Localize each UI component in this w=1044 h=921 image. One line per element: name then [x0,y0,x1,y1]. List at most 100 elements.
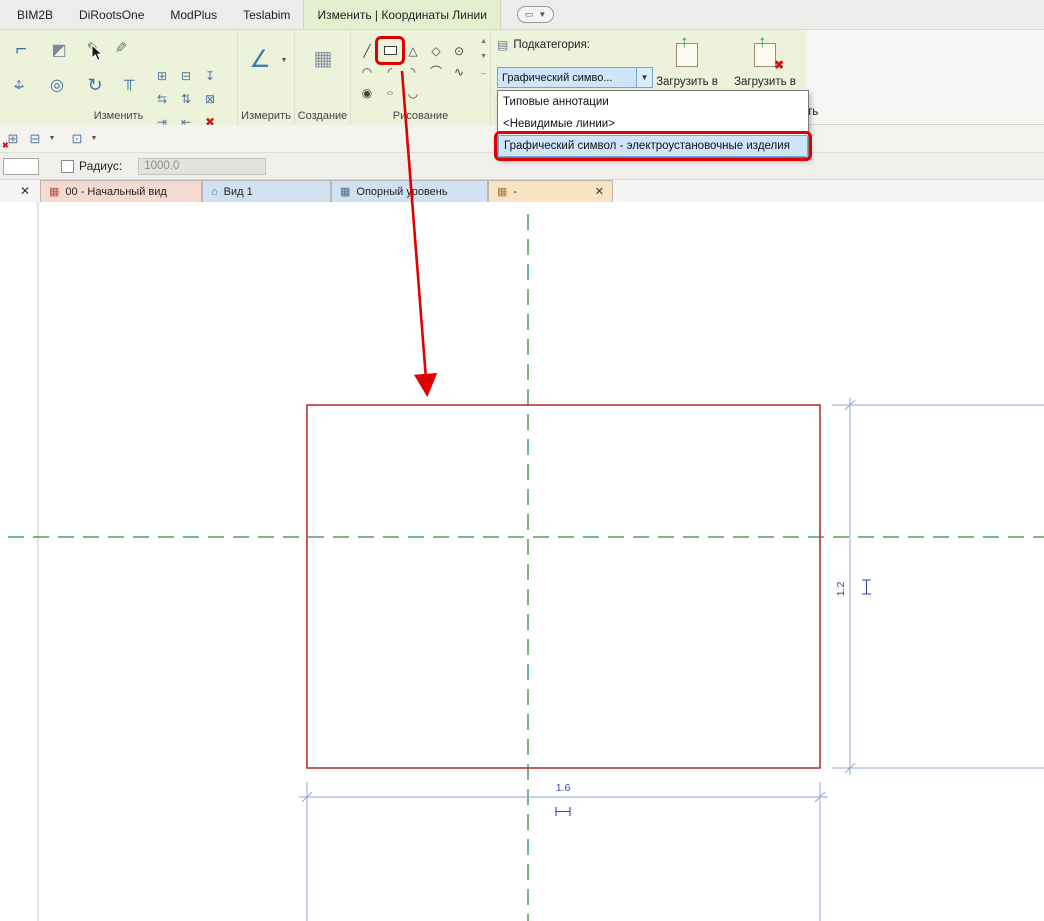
array-icon[interactable]: ⇆ [150,87,174,110]
subcategory-header: ▤ Подкатегория: [497,38,590,52]
view-tab-label: - [513,185,518,198]
load-into-project-icon: ↑ [669,32,705,72]
radius-label: Радиус: [79,159,123,173]
draw-ellipse-icon[interactable]: ○ [379,86,401,100]
ribbon-cycle-icon: ▭ [524,9,534,19]
measure-chevron-icon[interactable]: ▼ [278,54,290,66]
draw-arc-start-end-icon[interactable]: ◠ [356,61,378,82]
tab-teslabim[interactable]: Teslabim [230,0,303,29]
revit-window: BIM2B DiRootsOne ModPlus Teslabim Измени… [0,0,1044,921]
scroll-down-icon[interactable]: ▼ [480,53,487,60]
panel-draw: ╱ △ ◇ ⊙ ◠ ◜ ◝ ⌒ ∿ ◉ ○ ◡ ▲ ▼ – Рисование [351,30,491,125]
tab-dirootsone[interactable]: DiRootsOne [66,0,157,29]
radius-checkbox[interactable] [61,159,74,173]
dimension-group [299,398,1044,921]
view-tab-start-view[interactable]: ▦ 00 - Начальный вид [40,180,202,202]
load-into-project-close-icon: ↑ ✖ [747,32,784,72]
load-into-project-close-label: Загрузить в [734,76,796,88]
draw-tools-grid: ╱ △ ◇ ⊙ ◠ ◜ ◝ ⌒ ∿ ◉ ○ ◡ [356,36,471,103]
subcategory-selected-value: Графический симво... [502,71,613,84]
subcategory-label: Подкатегория: [513,39,591,51]
cut-geometry-icon[interactable]: ◩ [42,36,76,64]
ribbon-display-toggle[interactable]: ▭ ▼ [516,6,555,23]
trim-icon[interactable]: ⇅ [174,87,198,110]
draw-pick-lines-icon[interactable]: ◉ [356,82,378,103]
scroll-up-icon[interactable]: ▲ [480,38,487,45]
options-input[interactable] [3,157,39,175]
subcategory-option[interactable]: <Невидимые линии> [498,113,808,135]
drawing-svg: 1.2 1.6 [8,202,1044,921]
panel-label-create[interactable]: Создание [295,110,350,122]
subcategory-option-selected[interactable]: Графический символ - электроустановочные… [494,131,812,161]
draw-arc-tangent-icon[interactable]: ◝ [402,61,424,82]
panel-label-measure[interactable]: Измерить [238,110,294,122]
panel-label-draw[interactable]: Рисование [351,110,490,122]
close-x-glyph: ✖ [773,58,784,72]
tab-bim2b[interactable]: BIM2B [4,0,66,29]
draw-partial-ellipse-icon[interactable]: ◡ [402,82,424,103]
mirror-axis-icon[interactable]: ⊞ [150,64,174,87]
dim-text-grip-vertical[interactable] [862,579,871,595]
rectangle-glyph [383,46,397,55]
close-tab-icon[interactable]: ✕ [595,185,604,198]
draw-arc-center-icon[interactable]: ◜ [379,61,401,82]
up-arrow-glyph: ↑ [680,32,689,51]
dim-text-grip-horizontal[interactable] [555,807,571,816]
plan-view-icon: ▦ [340,186,351,198]
chevron-down-icon[interactable]: ▼ [89,135,99,142]
thin-lines-icon[interactable]: ⊡ [67,129,87,149]
measure-icon[interactable]: ∠ [244,42,276,76]
subcategory-select[interactable]: Графический симво... ▼ [497,67,653,88]
red-x-badge: ✖ [2,140,9,150]
view-tab-view1[interactable]: ⌂ Вид 1 [202,180,331,202]
draw-fillet-arc-icon[interactable]: ⌒ [425,61,447,82]
scale-icon[interactable]: ⊠ [198,87,222,110]
panel-modify: ⌐ ◩ ✎ ✎ ↔ ↕ ◎ ↻ ⊨ ⊞ ⊟ ↧ ⇆ ⇅ ⊠ ⇥ ⇤ ✖ Изме… [0,30,238,129]
pin-icon[interactable]: ↧ [198,64,222,87]
ribbon-tab-bar: BIM2B DiRootsOne ModPlus Teslabim Измени… [0,0,1044,30]
load-into-project-label: Загрузить в [656,76,718,88]
modify-small-tools: ⊞ ⊟ ↧ ⇆ ⇅ ⊠ ⇥ ⇤ ✖ [150,64,222,133]
draw-rectangle-icon[interactable] [375,36,405,65]
draw-line-icon[interactable]: ╱ [356,40,378,61]
view-tab-ref-level[interactable]: ▦ Опорный уровень [331,180,488,202]
move-icon[interactable]: ↔ ↕ [2,70,36,100]
panel-measure: ∠ ▼ Измерить [238,30,295,125]
view-tab-label: 00 - Начальный вид [65,185,167,198]
draw-circle-icon[interactable]: ⊙ [448,40,470,61]
chevron-down-icon: ▼ [538,10,547,19]
join-geometry-icon[interactable]: ✎ [80,35,106,61]
draw-panel-scroll: ▲ ▼ – [480,38,487,78]
dimension-grips [555,579,871,816]
radius-value-field[interactable]: 1000.0 [138,157,267,175]
copy-icon[interactable]: ◎ [40,70,74,100]
tab-modplus[interactable]: ModPlus [157,0,230,29]
cope-icon[interactable]: ⌐ [4,36,38,64]
draw-polygon-inscribed-icon[interactable]: △ [402,40,424,61]
dimension-value-horizontal[interactable]: 1.6 [556,782,571,794]
close-hidden-windows-icon[interactable]: ⊞ ✖ [2,129,23,150]
rotate-icon[interactable]: ↻ [78,70,112,100]
view-tab-active[interactable]: ▦ - ✕ [488,180,613,202]
subcategory-icon: ▤ [497,38,509,52]
up-arrow-glyph: ↑ [758,32,767,51]
draw-spline-icon[interactable]: ∿ [448,61,470,82]
tile-windows-icon[interactable]: ⊟ [25,129,45,149]
create-group-icon[interactable]: ▦ [307,40,339,76]
unjoin-geometry-icon[interactable]: ✎ [108,35,134,61]
subcategory-option[interactable]: Типовые аннотации [498,91,808,113]
panel-label-modify[interactable]: Изменить [0,110,237,122]
align-icon[interactable]: ⊨ [114,70,144,100]
sketched-rectangle[interactable] [306,404,821,769]
view-tab-label: Опорный уровень [356,185,448,198]
chevron-down-icon[interactable]: ▼ [47,135,57,142]
view-tab-bar: ✕ ▦ 00 - Начальный вид ⌂ Вид 1 ▦ Опорный… [0,180,1044,202]
view-tab-label: Вид 1 [223,185,253,198]
draw-polygon-circumscribed-icon[interactable]: ◇ [425,40,447,61]
tab-modify-coordinates-lines[interactable]: Изменить | Координаты Линии [303,0,501,29]
mirror-pick-icon[interactable]: ⊟ [174,64,198,87]
view-3d-icon: ⌂ [211,185,218,198]
drawing-area[interactable]: 1.2 1.6 [0,202,1044,921]
dimension-value-vertical[interactable]: 1.2 [835,582,847,597]
close-view-icon[interactable]: ✕ [17,183,33,199]
